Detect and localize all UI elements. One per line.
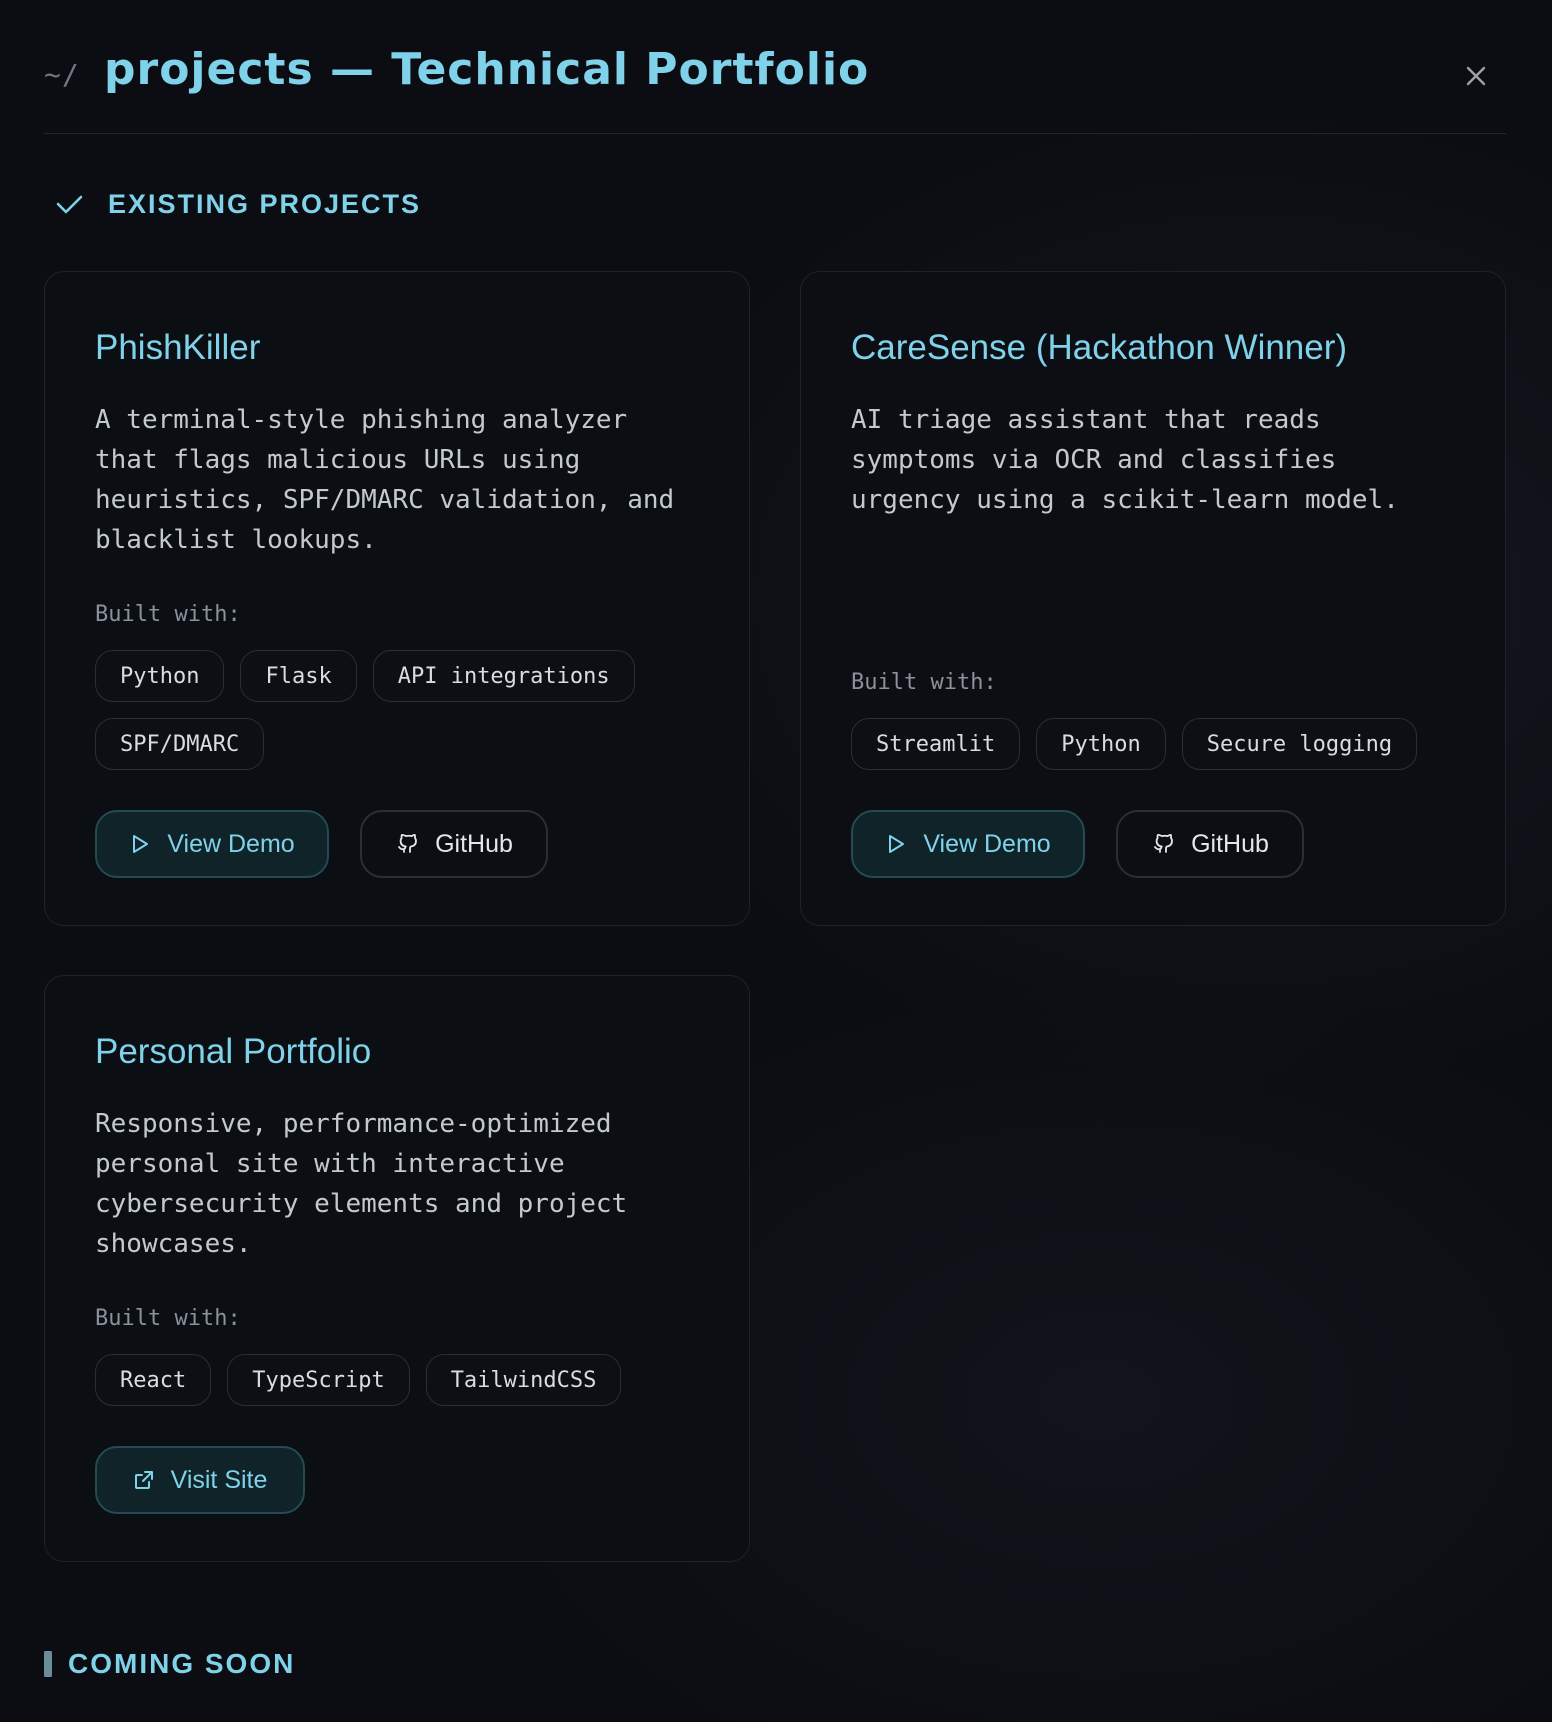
check-icon [56,195,83,214]
built-with-label: Built with: [95,602,241,627]
tech-tag: Flask [240,650,357,702]
tech-tag: Secure logging [1181,718,1418,770]
close-button[interactable] [1458,58,1494,94]
tech-tags: Python Flask API integrations SPF/DMARC [95,650,715,770]
built-with-label: Built with: [851,670,997,695]
github-button[interactable]: GitHub [360,810,548,878]
built-with-label: Built with: [95,1306,241,1331]
view-demo-label: View Demo [167,829,295,858]
project-card-caresense: CareSense (Hackathon Winner) AI triage a… [800,271,1506,926]
project-title: PhishKiller [95,328,261,367]
github-label: GitHub [1191,829,1269,858]
tech-tags: React TypeScript TailwindCSS [95,1354,715,1406]
close-icon [1466,66,1486,86]
github-icon [398,833,417,853]
github-icon [1154,833,1173,853]
existing-projects-heading: EXISTING PROJECTS [54,186,421,222]
play-icon [133,835,149,853]
project-title: Personal Portfolio [95,1032,372,1071]
view-demo-button[interactable]: View Demo [851,810,1085,878]
tech-tag: Python [95,650,225,702]
tech-tag: TypeScript [227,1354,410,1406]
tech-tag: SPF/DMARC [95,718,265,770]
coming-soon-heading: COMING SOON [44,1648,295,1680]
modal-header: ~/ projects — Technical Portfolio [44,40,1506,134]
visit-site-button[interactable]: Visit Site [95,1446,305,1514]
section-title: COMING SOON [68,1648,296,1679]
visit-site-label: Visit Site [170,1465,268,1494]
section-title: EXISTING PROJECTS [108,188,422,219]
project-card-phishkiller: PhishKiller A terminal-style phishing an… [44,271,750,926]
play-icon [889,835,905,853]
tech-tag: Python [1036,718,1166,770]
project-description: Responsive, performance-optimized person… [95,1109,628,1259]
view-demo-label: View Demo [923,829,1051,858]
external-link-icon [134,1471,153,1489]
project-title: CareSense (Hackathon Winner) [851,328,1348,367]
tech-tag: Streamlit [851,718,1021,770]
project-card-portfolio: Personal Portfolio Responsive, performan… [44,975,750,1562]
project-description: A terminal-style phishing analyzer that … [95,405,675,555]
tech-tag: React [95,1354,212,1406]
tech-tags: Streamlit Python Secure logging [851,718,1471,770]
view-demo-button[interactable]: View Demo [95,810,329,878]
tech-tag: TailwindCSS [425,1354,622,1406]
path-prompt: ~/ [44,58,80,91]
github-label: GitHub [435,829,513,858]
page-title: projects — Technical Portfolio [104,44,870,95]
section-marker [44,1651,52,1677]
github-button[interactable]: GitHub [1116,810,1304,878]
tech-tag: API integrations [372,650,635,702]
project-description: AI triage assistant that reads symptoms … [851,405,1399,515]
